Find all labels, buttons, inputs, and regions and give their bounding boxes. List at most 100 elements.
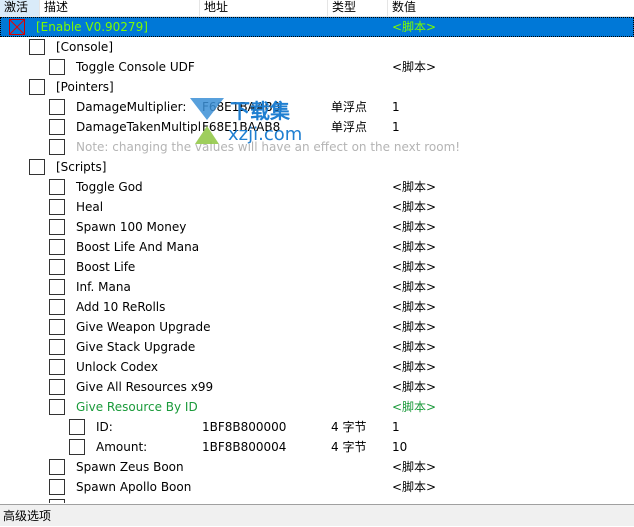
active-checkbox[interactable]: [29, 159, 45, 175]
table-row[interactable]: Give All Resources x99 <脚本>: [0, 377, 634, 397]
header-active[interactable]: 激活: [0, 0, 40, 16]
row-description: [Enable V0.90279]: [36, 20, 148, 34]
row-description: [Scripts]: [56, 160, 107, 174]
active-checkbox[interactable]: [49, 399, 65, 415]
cheat-table-list[interactable]: [Enable V0.90279] <脚本> [Console] Toggle Con…: [0, 17, 634, 503]
table-row[interactable]: [Console]: [0, 37, 634, 57]
active-checkbox[interactable]: [69, 439, 85, 455]
table-row[interactable]: Boost Life <脚本>: [0, 257, 634, 277]
row-type: 4 字节: [331, 440, 367, 454]
row-value: <脚本>: [392, 20, 437, 34]
active-checkbox[interactable]: [49, 339, 65, 355]
table-row[interactable]: Amount: 1BF8B800004 4 字节 10: [0, 437, 634, 457]
table-row[interactable]: [Scripts]: [0, 157, 634, 177]
row-description: Give All Resources x99: [76, 380, 214, 394]
active-checkbox[interactable]: [49, 379, 65, 395]
active-checkbox[interactable]: [49, 219, 65, 235]
table-row[interactable]: Give Resource By ID <脚本>: [0, 397, 634, 417]
row-description: Amount:: [96, 440, 148, 454]
header-description[interactable]: 描述: [40, 0, 200, 16]
row-value: <脚本>: [392, 220, 437, 234]
active-checkbox[interactable]: [29, 39, 45, 55]
table-row[interactable]: Give Weapon Upgrade <脚本>: [0, 317, 634, 337]
active-checkbox[interactable]: [49, 319, 65, 335]
active-checkbox[interactable]: [49, 259, 65, 275]
active-checkbox[interactable]: [49, 59, 65, 75]
row-value: <脚本>: [392, 380, 437, 394]
row-description: Unlock Codex: [76, 360, 159, 374]
table-row[interactable]: Give Stack Upgrade <脚本>: [0, 337, 634, 357]
row-value: <脚本>: [392, 340, 437, 354]
row-address: F68E1BAAB8: [202, 120, 281, 134]
row-description: DamageTakenMultipl: [76, 120, 202, 134]
row-description: Heal: [76, 200, 104, 214]
header-address[interactable]: 地址: [200, 0, 328, 16]
row-value: <脚本>: [392, 320, 437, 334]
table-row[interactable]: DamageTakenMultipl F68E1BAAB8 单浮点 1: [0, 117, 634, 137]
row-description: Spawn Zeus Boon: [76, 460, 184, 474]
active-checkbox[interactable]: [69, 419, 85, 435]
row-address: 1BF8B800000: [202, 420, 287, 434]
active-checkbox[interactable]: [49, 479, 65, 495]
table-row[interactable]: Spawn Apollo Boon <脚本>: [0, 477, 634, 497]
row-description: Note: changing the values will have an e…: [76, 140, 461, 154]
active-checkbox[interactable]: [49, 99, 65, 115]
row-value: <脚本>: [392, 180, 437, 194]
row-description: Add 10 ReRolls: [76, 300, 166, 314]
row-address: F68E1BAAB8: [202, 100, 281, 114]
row-value: <脚本>: [392, 200, 437, 214]
table-row[interactable]: [0, 497, 634, 503]
row-value: 1: [392, 120, 400, 134]
advanced-options-button[interactable]: 高级选项: [0, 504, 634, 526]
header-value[interactable]: 数值: [388, 0, 634, 16]
row-description: Boost Life And Mana: [76, 240, 200, 254]
active-checkbox[interactable]: [49, 359, 65, 375]
table-row[interactable]: Boost Life And Mana <脚本>: [0, 237, 634, 257]
table-row[interactable]: Spawn Zeus Boon <脚本>: [0, 457, 634, 477]
row-description: Give Stack Upgrade: [76, 340, 196, 354]
table-row[interactable]: Unlock Codex <脚本>: [0, 357, 634, 377]
row-description: Give Resource By ID: [76, 400, 198, 414]
table-row[interactable]: Toggle Console UDF <脚本>: [0, 57, 634, 77]
active-checkbox[interactable]: [49, 179, 65, 195]
active-checkbox[interactable]: [29, 79, 45, 95]
active-checkbox[interactable]: [49, 239, 65, 255]
table-row[interactable]: DamageMultiplier: F68E1BAAB8 单浮点 1: [0, 97, 634, 117]
active-checkbox[interactable]: [49, 139, 65, 155]
header-type[interactable]: 类型: [328, 0, 388, 16]
row-description: Boost Life: [76, 260, 136, 274]
row-value: <脚本>: [392, 460, 437, 474]
row-description: ID:: [96, 420, 113, 434]
row-description: DamageMultiplier:: [76, 100, 187, 114]
active-checkbox[interactable]: [49, 499, 65, 503]
row-description: [Pointers]: [56, 80, 114, 94]
active-checkbox[interactable]: [49, 279, 65, 295]
row-type: 单浮点: [331, 120, 368, 134]
table-row[interactable]: [Enable V0.90279] <脚本>: [0, 17, 634, 37]
row-type: 4 字节: [331, 420, 367, 434]
active-checkbox[interactable]: [49, 199, 65, 215]
row-value: <脚本>: [392, 300, 437, 314]
table-row[interactable]: ID: 1BF8B800000 4 字节 1: [0, 417, 634, 437]
active-checkbox[interactable]: [49, 459, 65, 475]
row-value: 1: [392, 420, 400, 434]
row-description: Give Weapon Upgrade: [76, 320, 211, 334]
table-row[interactable]: Add 10 ReRolls <脚本>: [0, 297, 634, 317]
row-value: <脚本>: [392, 400, 437, 414]
table-row[interactable]: [Pointers]: [0, 77, 634, 97]
row-value: <脚本>: [392, 480, 437, 494]
row-value: <脚本>: [392, 280, 437, 294]
table-row[interactable]: Inf. Mana <脚本>: [0, 277, 634, 297]
row-value: <脚本>: [392, 60, 437, 74]
row-value: <脚本>: [392, 360, 437, 374]
active-checkbox[interactable]: [49, 299, 65, 315]
active-checkbox[interactable]: [9, 19, 25, 35]
row-description: Toggle God: [76, 180, 143, 194]
table-row[interactable]: Toggle God <脚本>: [0, 177, 634, 197]
table-row[interactable]: Heal <脚本>: [0, 197, 634, 217]
table-row[interactable]: Note: changing the values will have an e…: [0, 137, 634, 157]
active-checkbox[interactable]: [49, 119, 65, 135]
column-header: 激活 描述 地址 类型 数值: [0, 0, 634, 17]
table-row[interactable]: Spawn 100 Money <脚本>: [0, 217, 634, 237]
row-description: Spawn Apollo Boon: [76, 480, 192, 494]
